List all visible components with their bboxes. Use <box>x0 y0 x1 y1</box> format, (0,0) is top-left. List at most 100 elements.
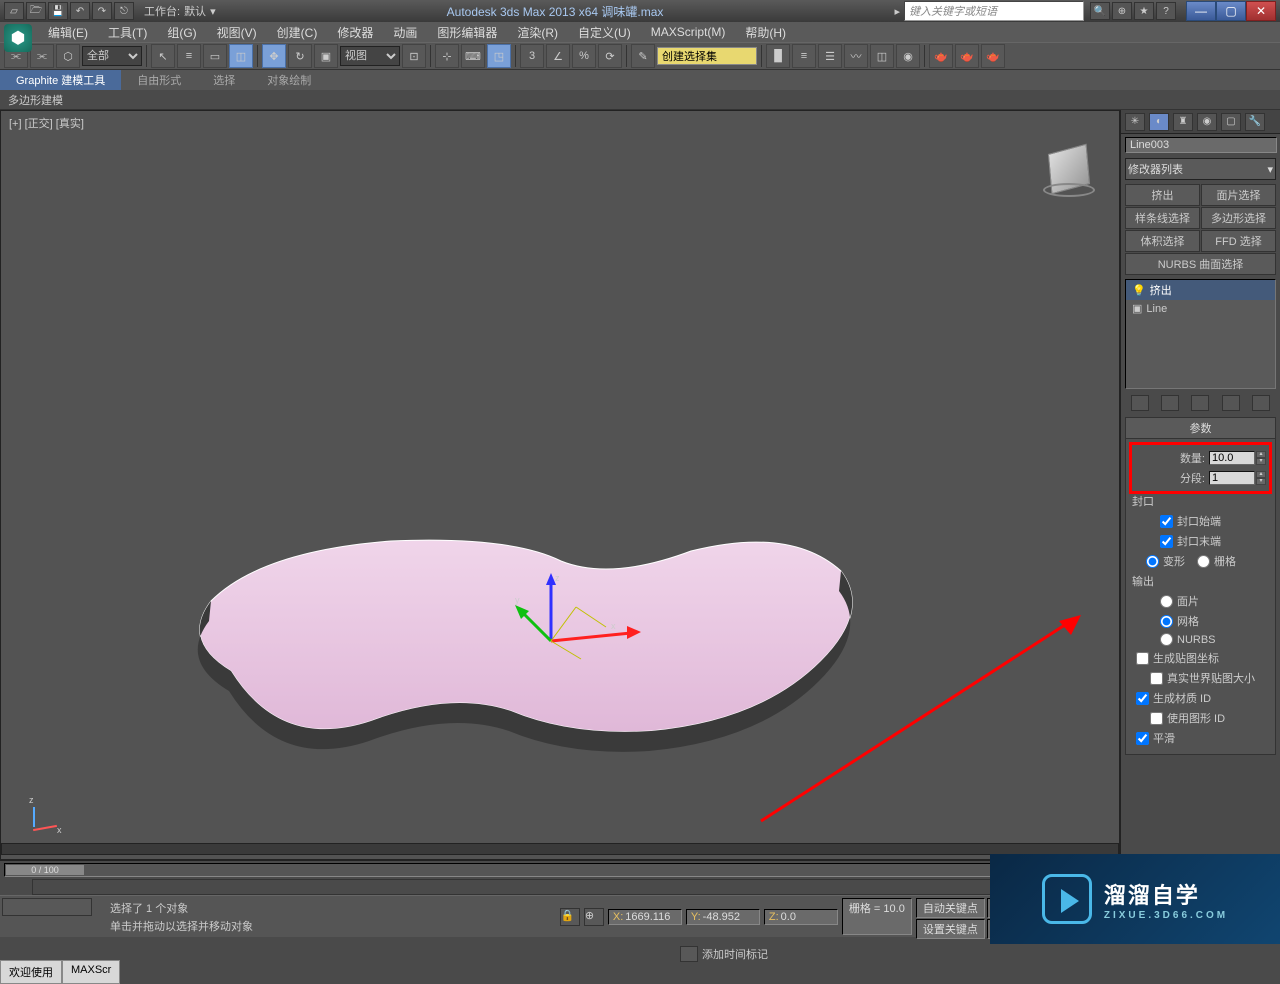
render-setup-icon[interactable]: 🫖 <box>929 44 953 68</box>
viewport-scrollbar[interactable] <box>1 843 1119 855</box>
x-coord[interactable]: X:1669.116 <box>608 909 682 925</box>
pivot-icon[interactable]: ⊡ <box>402 44 426 68</box>
pin-stack-icon[interactable] <box>1131 395 1149 411</box>
edit-named-icon[interactable]: ✎ <box>631 44 655 68</box>
open-icon[interactable]: 🗁 <box>26 2 46 20</box>
graphite-tab-modeling[interactable]: Graphite 建模工具 <box>0 70 121 90</box>
menu-edit[interactable]: 编辑(E) <box>40 22 96 43</box>
spinner-up-icon[interactable]: ▴ <box>1256 451 1266 458</box>
modifier-list-dropdown[interactable]: 修改器列表 ▾ <box>1125 158 1276 180</box>
hierarchy-tab-icon[interactable]: ♜ <box>1173 113 1193 131</box>
menu-tools[interactable]: 工具(T) <box>100 22 155 43</box>
favorite-icon[interactable]: ★ <box>1134 2 1154 20</box>
reference-coord-dropdown[interactable]: 视图 <box>340 46 400 66</box>
menu-maxscript[interactable]: MAXScript(M) <box>643 23 734 41</box>
mod-btn-vol[interactable]: 体积选择 <box>1125 230 1200 252</box>
material-editor-icon[interactable]: ◉ <box>896 44 920 68</box>
menu-grapheditors[interactable]: 图形编辑器 <box>429 22 505 43</box>
object-name-input[interactable] <box>1125 137 1277 153</box>
morph-radio[interactable] <box>1146 555 1159 568</box>
snap-3d-icon[interactable]: 3 <box>520 44 544 68</box>
new-icon[interactable]: ▱ <box>4 2 24 20</box>
menu-group[interactable]: 组(G) <box>159 22 204 43</box>
close-button[interactable]: ✕ <box>1246 1 1276 21</box>
spinner-up-icon[interactable]: ▴ <box>1256 471 1266 478</box>
app-menu-icon[interactable]: ⬢ <box>4 24 32 52</box>
use-shapeid-checkbox[interactable] <box>1150 712 1163 725</box>
amount-spinner[interactable]: ▴▾ <box>1209 451 1266 465</box>
time-tag-icon[interactable] <box>680 946 698 962</box>
viewport[interactable]: [+] [正交] [真实] <box>0 110 1120 860</box>
spinner-down-icon[interactable]: ▾ <box>1256 458 1266 465</box>
help-search-input[interactable]: 键入关键字或短语 <box>904 1 1084 21</box>
viewcube[interactable] <box>1039 141 1099 201</box>
viewcube-ring-icon[interactable] <box>1043 183 1095 197</box>
binoculars-icon[interactable]: 🔍 <box>1090 2 1110 20</box>
configure-icon[interactable] <box>1252 395 1270 411</box>
selection-filter-dropdown[interactable]: 全部 <box>82 46 142 66</box>
workspace-selector[interactable]: 工作台: 默认 ▾ <box>144 3 216 19</box>
layers-icon[interactable]: ☰ <box>818 44 842 68</box>
patch-radio[interactable] <box>1160 595 1173 608</box>
mesh-radio[interactable] <box>1160 615 1173 628</box>
maxscript-mini-icon[interactable] <box>2 898 92 916</box>
manipulate-icon[interactable]: ⊹ <box>435 44 459 68</box>
mod-btn-spline[interactable]: 样条线选择 <box>1125 207 1200 229</box>
display-tab-icon[interactable]: ▢ <box>1221 113 1241 131</box>
snap-toggle-icon[interactable]: ◳ <box>487 44 511 68</box>
gen-matid-checkbox[interactable] <box>1136 692 1149 705</box>
modify-tab-icon[interactable]: ◐ <box>1149 113 1169 131</box>
z-coord[interactable]: Z:0.0 <box>764 909 838 925</box>
keyboard-icon[interactable]: ⌨ <box>461 44 485 68</box>
smooth-checkbox[interactable] <box>1136 732 1149 745</box>
bind-tool-icon[interactable]: ⬡ <box>56 44 80 68</box>
create-tab-icon[interactable]: ✳ <box>1125 113 1145 131</box>
named-selection-input[interactable] <box>657 47 757 65</box>
mod-stack-extrude[interactable]: 💡挤出 <box>1126 280 1275 300</box>
set-key-button[interactable]: 设置关键点 <box>916 919 985 939</box>
mirror-icon[interactable]: ▐▌ <box>766 44 790 68</box>
menu-modifiers[interactable]: 修改器 <box>329 22 381 43</box>
cap-start-checkbox[interactable] <box>1160 515 1173 528</box>
menu-animation[interactable]: 动画 <box>385 22 425 43</box>
modifier-stack[interactable]: 💡挤出 ▣Line <box>1125 279 1276 389</box>
utilities-tab-icon[interactable]: 🔧 <box>1245 113 1265 131</box>
select-tool-icon[interactable]: ↖ <box>151 44 175 68</box>
y-coord[interactable]: Y:-48.952 <box>686 909 760 925</box>
menu-help[interactable]: 帮助(H) <box>737 22 794 43</box>
show-end-icon[interactable] <box>1161 395 1179 411</box>
menu-customize[interactable]: 自定义(U) <box>570 22 639 43</box>
menu-views[interactable]: 视图(V) <box>209 22 265 43</box>
comm-center-icon[interactable]: ⊕ <box>1112 2 1132 20</box>
make-unique-icon[interactable] <box>1191 395 1209 411</box>
grid-radio[interactable] <box>1197 555 1210 568</box>
mod-stack-line[interactable]: ▣Line <box>1126 300 1275 317</box>
angle-snap-icon[interactable]: ∠ <box>546 44 570 68</box>
window-crossing-icon[interactable]: ◫ <box>229 44 253 68</box>
mod-btn-extrude[interactable]: 挤出 <box>1125 184 1200 206</box>
percent-snap-icon[interactable]: % <box>572 44 596 68</box>
mod-btn-patch[interactable]: 面片选择 <box>1201 184 1276 206</box>
viewport-label[interactable]: [+] [正交] [真实] <box>9 115 84 131</box>
segments-input[interactable] <box>1209 471 1255 485</box>
menu-create[interactable]: 创建(C) <box>269 22 326 43</box>
spinner-down-icon[interactable]: ▾ <box>1256 478 1266 485</box>
minimize-button[interactable]: — <box>1186 1 1216 21</box>
undo-icon[interactable]: ↶ <box>70 2 90 20</box>
cap-end-checkbox[interactable] <box>1160 535 1173 548</box>
rollout-header-params[interactable]: 参数 <box>1125 417 1276 439</box>
curve-editor-icon[interactable]: 〰 <box>844 44 868 68</box>
mod-btn-poly[interactable]: 多边形选择 <box>1201 207 1276 229</box>
move-tool-icon[interactable]: ✥ <box>262 44 286 68</box>
segments-spinner[interactable]: ▴▾ <box>1209 471 1266 485</box>
gen-mapping-checkbox[interactable] <box>1136 652 1149 665</box>
maxscript-tab-button[interactable]: MAXScr <box>62 960 120 984</box>
unlink-tool-icon[interactable]: ⫘ <box>30 44 54 68</box>
rotate-tool-icon[interactable]: ↻ <box>288 44 312 68</box>
maximize-button[interactable]: ▢ <box>1216 1 1246 21</box>
move-gizmo[interactable]: z y x <box>511 571 651 671</box>
nurbs-radio[interactable] <box>1160 633 1173 646</box>
save-icon[interactable]: 💾 <box>48 2 68 20</box>
mod-btn-nurbs[interactable]: NURBS 曲面选择 <box>1125 253 1276 275</box>
add-time-tag-label[interactable]: 添加时间标记 <box>702 946 768 962</box>
